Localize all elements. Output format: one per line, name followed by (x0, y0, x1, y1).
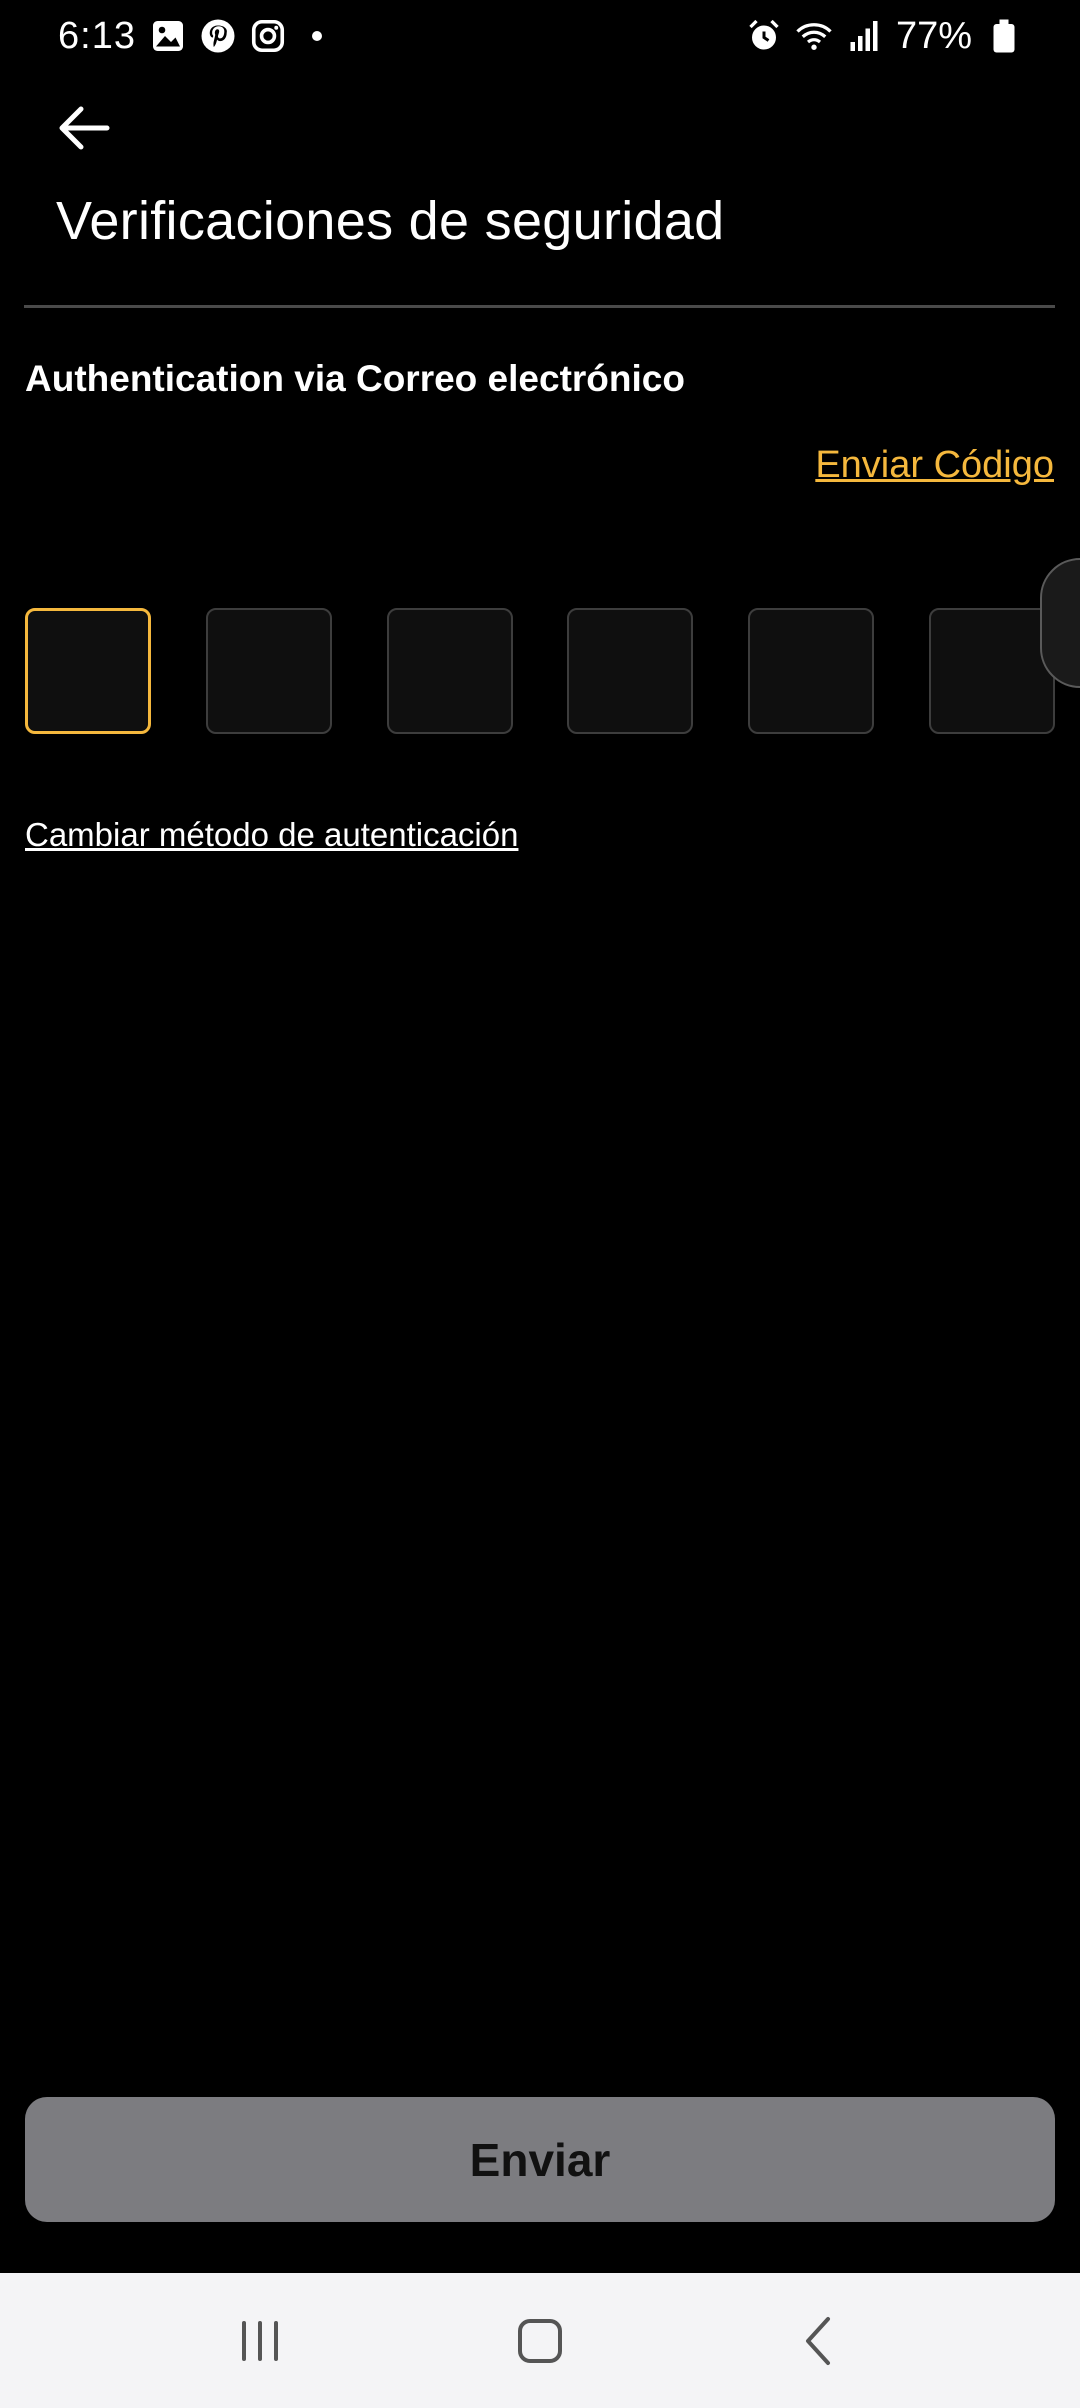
recent-apps-icon (242, 2320, 278, 2361)
notification-dot (311, 31, 322, 41)
status-bar: 6:13 77% (0, 0, 1080, 72)
submit-button[interactable]: Enviar (25, 2097, 1055, 2222)
gallery-icon (150, 18, 186, 54)
instagram-icon (250, 18, 286, 54)
page-title: Verificaciones de seguridad (56, 191, 725, 251)
send-code-link[interactable]: Enviar Código (815, 444, 1054, 487)
code-digit-5[interactable] (748, 608, 875, 734)
battery-icon (986, 18, 1022, 54)
system-nav-bar (0, 2273, 1080, 2408)
status-right: 77% (746, 15, 1022, 58)
recent-apps-button[interactable] (200, 2291, 320, 2391)
status-left: 6:13 (58, 15, 322, 58)
back-arrow-icon (59, 106, 110, 150)
wifi-icon (796, 18, 832, 54)
change-auth-method-link[interactable]: Cambiar método de autenticación (25, 816, 518, 854)
home-button[interactable] (480, 2291, 600, 2391)
battery-percent: 77% (895, 14, 972, 57)
nav-back-button[interactable] (760, 2291, 880, 2391)
back-icon (806, 2316, 830, 2365)
edge-panel-handle[interactable] (1040, 558, 1080, 688)
pinterest-icon (200, 18, 236, 54)
code-digit-3[interactable] (386, 608, 513, 734)
code-digit-4[interactable] (567, 608, 694, 734)
code-digit-1[interactable] (25, 608, 151, 734)
back-button[interactable] (52, 98, 116, 158)
home-icon (518, 2318, 562, 2363)
alarm-icon (746, 18, 782, 54)
status-time: 6:13 (58, 14, 136, 57)
security-verification-screen: 6:13 77% Verificaciones de seguridad Aut… (0, 0, 1080, 2408)
code-digit-6[interactable] (928, 608, 1055, 734)
auth-method-heading: Authentication via Correo electrónico (25, 358, 685, 399)
header-divider (24, 305, 1055, 308)
code-digit-2[interactable] (205, 608, 332, 734)
verification-code-inputs (25, 608, 1055, 734)
signal-icon (846, 18, 882, 54)
